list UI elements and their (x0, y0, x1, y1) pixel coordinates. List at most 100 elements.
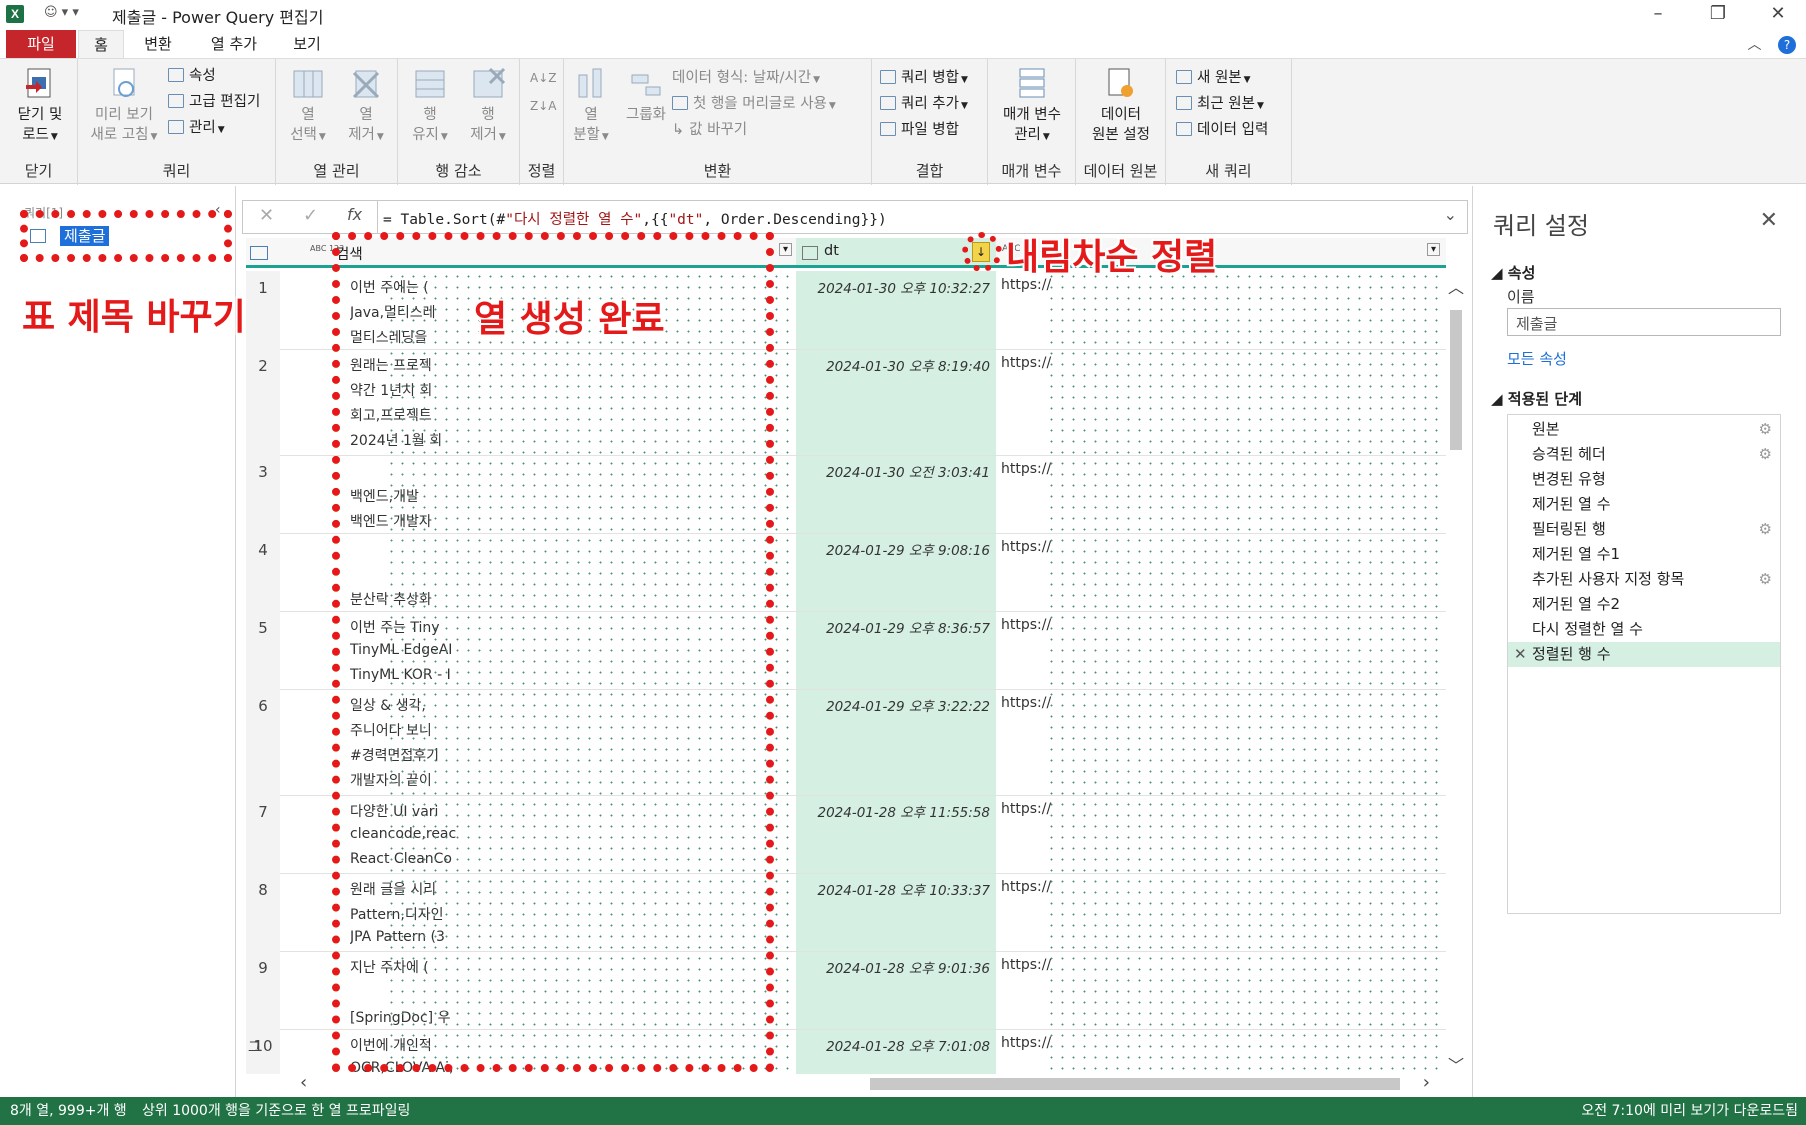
applied-step[interactable]: 추가된 사용자 지정 항목 ⚙ (1508, 567, 1780, 592)
cell-url[interactable]: https:// (1001, 355, 1051, 371)
column-filter-icon[interactable]: ▾ (1426, 243, 1440, 256)
manage-parameters-button[interactable]: 매개 변수 관리 ▼ (992, 65, 1072, 147)
scroll-down-icon[interactable]: ﹀ (1448, 1052, 1464, 1076)
step-settings-gear-icon[interactable]: ⚙ (1759, 417, 1772, 442)
cell-url[interactable]: https:// (1001, 879, 1051, 895)
row-number[interactable]: 9 (246, 959, 280, 977)
applied-steps-section[interactable]: ◢ 적용된 단계 (1491, 388, 1582, 409)
append-queries-button[interactable]: 쿼리 추가 ▼ (880, 93, 968, 117)
enter-data-button[interactable]: 데이터 입력 (1176, 119, 1268, 141)
row-number[interactable]: 6 (246, 697, 280, 715)
applied-step[interactable]: ✕ 정렬된 행 수 (1508, 642, 1780, 667)
applied-step[interactable]: 제거된 열 수 (1508, 492, 1780, 517)
properties-section[interactable]: ◢ 속성 (1491, 262, 1535, 283)
close-load-button[interactable]: 닫기 및 로드 ▼ (8, 65, 72, 147)
fx-icon[interactable]: fx (347, 205, 362, 224)
sort-ascending-button[interactable]: A↓Z (530, 67, 556, 89)
tab-home[interactable]: 홈 (78, 30, 124, 58)
cell-dt[interactable]: 2024-01-28 오후 7:01:08 (796, 1035, 996, 1055)
confirm-icon[interactable]: ✓ (303, 205, 318, 226)
row-number[interactable]: 3 (246, 463, 280, 481)
data-type-button[interactable]: 데이터 형식: 날짜/시간 ▼ (672, 67, 820, 91)
applied-step[interactable]: 원본 ⚙ (1508, 417, 1780, 442)
column-filter-icon[interactable]: ▾ (778, 243, 792, 256)
close-pane-icon[interactable]: ✕ (1760, 208, 1778, 233)
remove-rows-button[interactable]: 행 제거 ▼ (460, 65, 516, 147)
step-settings-gear-icon[interactable]: ⚙ (1759, 442, 1772, 467)
applied-step[interactable]: 승격된 헤더 ⚙ (1508, 442, 1780, 467)
remove-columns-button[interactable]: 열 제거 ▼ (338, 65, 394, 147)
row-number[interactable]: 8 (246, 881, 280, 899)
row-number[interactable]: 5 (246, 619, 280, 637)
cell-dt[interactable]: 2024-01-30 오전 3:03:41 (796, 461, 996, 481)
power-query-window: X ☺ ▾ ▾ 제출글 - Power Query 편집기 – ❐ ✕ 파일 홈… (0, 0, 1806, 1125)
cell-dt[interactable]: 2024-01-28 오후 11:55:58 (796, 801, 996, 821)
scroll-right-icon[interactable]: › (1423, 1072, 1430, 1093)
manage-button[interactable]: 관리 ▼ (168, 117, 225, 141)
tab-transform[interactable]: 변환 (132, 30, 184, 58)
all-properties-link[interactable]: 모든 속성 (1507, 348, 1567, 369)
cell-dt[interactable]: 2024-01-28 오후 9:01:36 (796, 957, 996, 977)
recent-sources-button[interactable]: 최근 원본 ▼ (1176, 93, 1264, 117)
cell-dt[interactable]: 2024-01-30 오후 10:32:27 (796, 277, 996, 297)
cell-dt[interactable]: 2024-01-30 오후 8:19:40 (796, 355, 996, 375)
cell-url[interactable]: https:// (1001, 957, 1051, 973)
cell-url[interactable]: https:// (1001, 695, 1051, 711)
restore-icon[interactable]: ❐ (1696, 2, 1740, 26)
tab-view[interactable]: 보기 (284, 30, 330, 58)
merge-queries-button[interactable]: 쿼리 병합 ▼ (880, 67, 968, 91)
vertical-scrollbar[interactable]: ︿ ﹀ (1446, 278, 1466, 1075)
cell-url[interactable]: https:// (1001, 1035, 1051, 1051)
cell-dt[interactable]: 2024-01-29 오후 8:36:57 (796, 617, 996, 637)
row-number[interactable]: 2 (246, 357, 280, 375)
scroll-left-icon[interactable]: ‹ (300, 1072, 307, 1093)
table-menu-button[interactable] (246, 238, 280, 268)
cell-url[interactable]: https:// (1001, 617, 1051, 633)
delete-step-icon[interactable]: ✕ (1514, 642, 1527, 667)
horizontal-scrollbar[interactable]: ‹ › (290, 1072, 1440, 1094)
cell-url[interactable]: https:// (1001, 539, 1051, 555)
help-icon[interactable]: ? (1778, 36, 1796, 54)
cancel-icon[interactable]: ✕ (259, 205, 274, 226)
row-number[interactable]: 7 (246, 803, 280, 821)
cell-dt[interactable]: 2024-01-28 오후 10:33:37 (796, 879, 996, 899)
step-settings-gear-icon[interactable]: ⚙ (1759, 567, 1772, 592)
row-number[interactable]: 1 (246, 279, 280, 297)
keep-rows-button[interactable]: 행 유지 ▼ (402, 65, 458, 147)
scroll-thumb[interactable] (1450, 310, 1462, 450)
tab-file[interactable]: 파일 (6, 30, 76, 58)
new-source-button[interactable]: 새 원본 ▼ (1176, 67, 1251, 91)
applied-step[interactable]: 제거된 열 수2 (1508, 592, 1780, 617)
applied-step[interactable]: 제거된 열 수1 (1508, 542, 1780, 567)
step-settings-gear-icon[interactable]: ⚙ (1759, 517, 1772, 542)
refresh-preview-button[interactable]: 미리 보기 새로 고침 ▼ (84, 65, 164, 147)
data-source-settings-button[interactable]: 데이터 원본 설정 (1080, 65, 1162, 145)
advanced-editor-button[interactable]: 고급 편집기 (168, 91, 260, 113)
quick-access-toolbar[interactable]: ☺ ▾ ▾ (44, 5, 79, 20)
group-by-button[interactable]: 그룹화 (616, 65, 676, 125)
applied-step[interactable]: 필터링된 행 ⚙ (1508, 517, 1780, 542)
query-name-input[interactable]: 제출글 (1507, 308, 1781, 336)
applied-step[interactable]: 다시 정렬한 열 수 (1508, 617, 1780, 642)
minimize-icon[interactable]: – (1636, 2, 1680, 26)
first-row-header-button[interactable]: 첫 행을 머리글로 사용 ▼ (672, 93, 836, 117)
scroll-up-icon[interactable]: ︿ (1448, 274, 1464, 298)
cell-url[interactable]: https:// (1001, 801, 1051, 817)
row-number[interactable]: 4 (246, 541, 280, 559)
formula-text[interactable]: = Table.Sort(#"다시 정렬한 열 수",{{"dt", Order… (383, 208, 887, 229)
applied-step[interactable]: 변경된 유형 (1508, 467, 1780, 492)
cell-url[interactable]: https:// (1001, 461, 1051, 477)
close-icon[interactable]: ✕ (1756, 2, 1800, 26)
sort-descending-button[interactable]: Z↓A (530, 95, 556, 117)
properties-button[interactable]: 속성 (168, 65, 216, 87)
expand-formula-icon[interactable]: ⌄ (1444, 205, 1457, 224)
collapse-ribbon-icon[interactable]: ︿ (1748, 37, 1762, 53)
tab-add-column[interactable]: 열 추가 (198, 30, 270, 58)
replace-values-button[interactable]: ↳ 값 바꾸기 (672, 119, 747, 141)
choose-columns-button[interactable]: 열 선택 ▼ (280, 65, 336, 147)
scroll-thumb[interactable] (870, 1078, 1400, 1090)
split-column-button[interactable]: 열 분할 ▼ (566, 65, 616, 147)
cell-dt[interactable]: 2024-01-29 오후 9:08:16 (796, 539, 996, 559)
cell-dt[interactable]: 2024-01-29 오후 3:22:22 (796, 695, 996, 715)
combine-files-button[interactable]: 파일 병합 (880, 119, 959, 141)
